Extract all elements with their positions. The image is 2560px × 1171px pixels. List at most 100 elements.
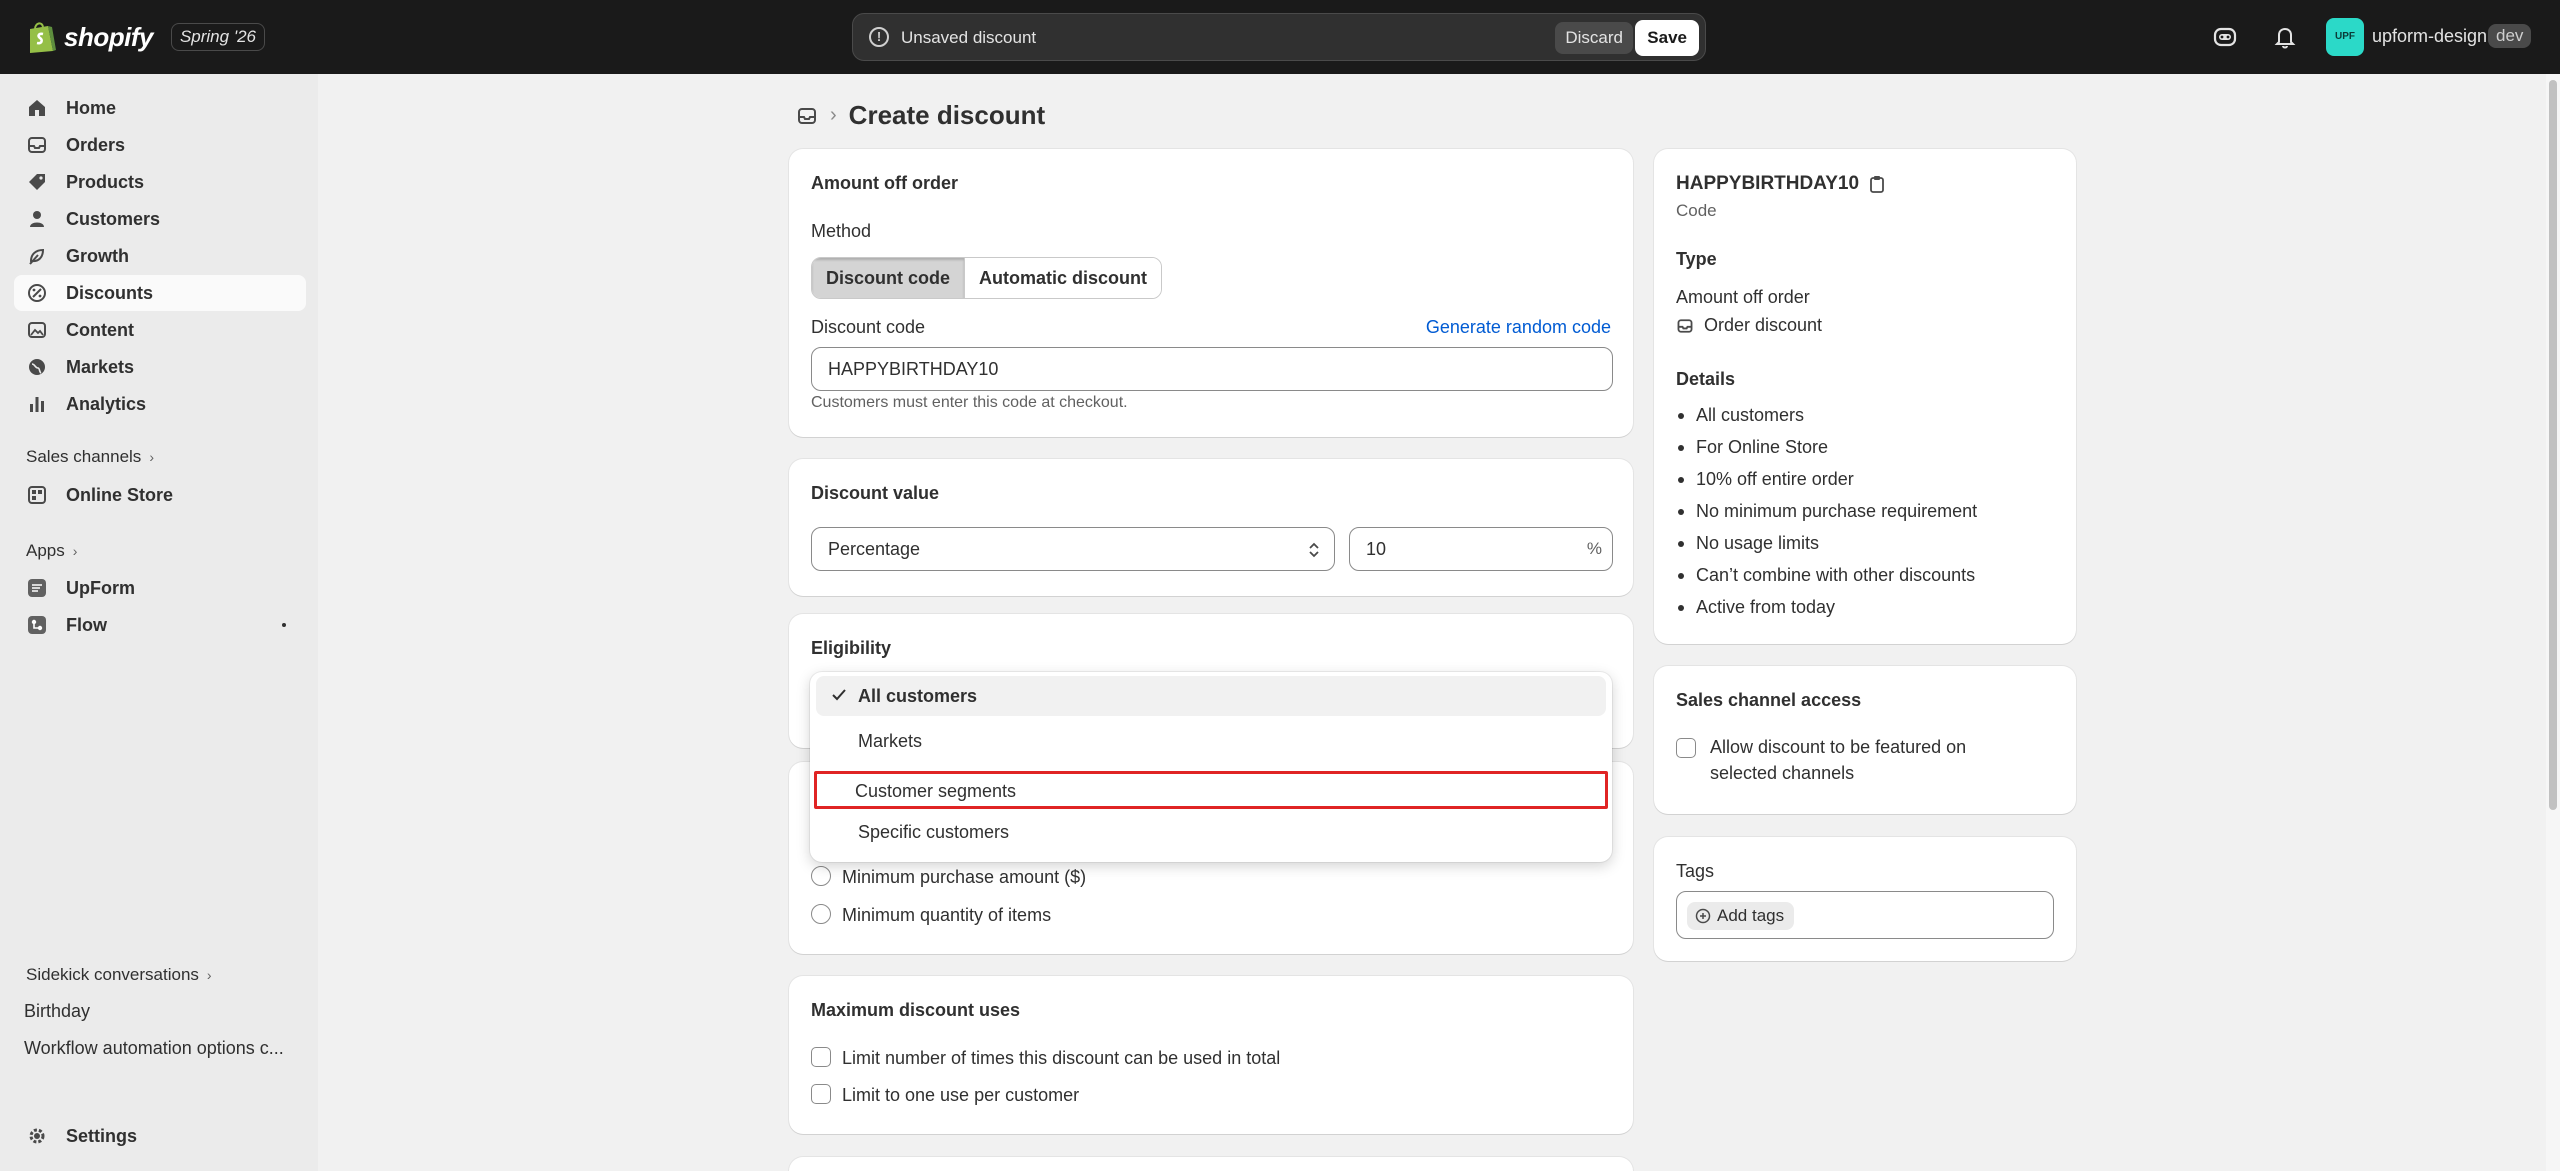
detail-item: All customers [1676, 399, 1977, 431]
tag-icon [29, 174, 45, 190]
save-button[interactable]: Save [1635, 20, 1699, 56]
automatic-discount-tab[interactable]: Automatic discount [964, 258, 1162, 298]
sidebar-item-online-store[interactable]: Online Store [14, 477, 306, 513]
discount-icon [28, 284, 46, 302]
plus-circle-icon [1695, 908, 1711, 924]
sidebar-item-label: Products [66, 171, 145, 192]
sidebar-item-orders[interactable]: Orders [14, 127, 306, 163]
min-purchase-label: Minimum purchase amount ($) [842, 867, 1087, 887]
sidebar-item-label: Content [66, 319, 134, 340]
edition-badge[interactable]: Spring '26 [170, 23, 265, 51]
chevron-right-icon: › [206, 967, 212, 983]
shopify-bag-icon [30, 22, 56, 53]
discount-amount-input[interactable]: 10 % [1349, 527, 1613, 571]
unsaved-message: Unsaved discount [901, 28, 1037, 47]
sales-channels-label: Sales channels [26, 447, 142, 466]
sales-channel-access-card: Sales channel access Allow discount to b… [1654, 666, 2076, 814]
sidebar: Home Orders Products Customers Growth Di… [0, 74, 318, 1171]
eligibility-option-markets[interactable]: Markets [816, 721, 1606, 761]
sidebar-item-customers[interactable]: Customers [14, 201, 306, 237]
summary-code: HAPPYBIRTHDAY10 [1676, 173, 1885, 195]
unsaved-changes-bar: ! Unsaved discount Discard Save [852, 13, 1706, 61]
detail-item: No minimum purchase requirement [1676, 495, 1977, 527]
detail-item: 10% off entire order [1676, 463, 1977, 495]
scrollbar-thumb[interactable] [2549, 80, 2557, 810]
inbox-icon [1677, 318, 1693, 333]
featured-channels-label-line2: selected channels [1710, 763, 1855, 783]
sidekick-icon[interactable] [2210, 22, 2240, 52]
alert-icon: ! [869, 27, 889, 47]
discount-code-help: Customers must enter this code at checko… [811, 394, 1128, 411]
copy-icon[interactable] [1869, 175, 1885, 193]
featured-channels-checkbox[interactable] [1676, 738, 1696, 758]
card-title: Eligibility [811, 638, 892, 658]
discount-code-label: Discount code [811, 317, 926, 337]
select-arrows-icon [1309, 542, 1319, 558]
page-title: Create discount [848, 100, 1046, 130]
tags-input[interactable]: Add tags [1676, 891, 2054, 939]
sidebar-item-home[interactable]: Home [14, 90, 306, 126]
eligibility-option-all-customers[interactable]: All customers [816, 676, 1606, 716]
discount-type-select[interactable]: Percentage [811, 527, 1335, 571]
breadcrumb: › Create discount [796, 100, 1045, 131]
unread-dot [282, 623, 286, 627]
eligibility-option-customer-segments[interactable]: Customer segments [814, 771, 1608, 809]
globe-icon [29, 359, 45, 375]
discount-code-input[interactable]: HAPPYBIRTHDAY10 [811, 347, 1613, 391]
min-quantity-radio[interactable] [811, 904, 831, 924]
card-title: Discount value [811, 483, 940, 503]
eligibility-option-specific-customers[interactable]: Specific customers [816, 812, 1606, 852]
store-name[interactable]: upform-design [2372, 26, 2487, 47]
sidebar-item-analytics[interactable]: Analytics [14, 386, 306, 422]
add-tags-button[interactable]: Add tags [1687, 902, 1795, 930]
sales-channels-header[interactable]: Sales channels › [26, 447, 154, 467]
conversation-item[interactable]: Workflow automation options c... [24, 1038, 284, 1059]
page-scrollbar[interactable] [2546, 74, 2560, 1171]
sidebar-item-settings[interactable]: Settings [14, 1118, 306, 1154]
detail-item: Can’t combine with other discounts [1676, 559, 1977, 591]
sidebar-item-markets[interactable]: Markets [14, 349, 306, 385]
sidebar-item-products[interactable]: Products [14, 164, 306, 200]
card-title: Amount off order [811, 173, 958, 193]
sidekick-conversations-header[interactable]: Sidekick conversations › [26, 965, 212, 985]
conversation-item[interactable]: Birthday [24, 1001, 90, 1022]
flow-app-icon [28, 616, 46, 634]
card-title: Maximum discount uses [811, 1000, 1021, 1020]
growth-icon [29, 248, 45, 265]
option-label: Specific customers [858, 822, 1010, 842]
top-bar: shopify Spring '26 ! Unsaved discount Di… [0, 0, 2560, 74]
type-detail: Order discount [1676, 315, 1822, 336]
bell-icon[interactable] [2270, 22, 2300, 52]
method-toggle: Discount code Automatic discount [811, 257, 1163, 299]
percent-suffix: % [1586, 539, 1602, 558]
sidebar-item-upform[interactable]: UpForm [14, 570, 306, 606]
discounts-breadcrumb-icon[interactable] [796, 105, 818, 127]
sidebar-item-label: Markets [66, 356, 135, 377]
min-purchase-radio[interactable] [811, 866, 831, 886]
discount-value-card: Discount value Percentage 10 % [789, 459, 1633, 596]
tags-label: Tags [1676, 861, 1715, 881]
limit-total-uses-checkbox[interactable] [811, 1047, 831, 1067]
sidebar-item-discounts[interactable]: Discounts [14, 275, 306, 311]
gear-icon [29, 1128, 45, 1144]
dev-badge: dev [2488, 24, 2532, 48]
apps-header[interactable]: Apps › [26, 541, 77, 561]
generate-random-code-link[interactable]: Generate random code [1426, 317, 1611, 338]
bar-chart-icon [30, 397, 44, 412]
detail-item: Active from today [1676, 591, 1977, 623]
option-label: Markets [858, 731, 923, 751]
sidebar-item-content[interactable]: Content [14, 312, 306, 348]
method-label: Method [811, 221, 872, 241]
sidebar-item-label: Home [66, 97, 117, 118]
type-value: Amount off order [1676, 287, 1810, 307]
sidebar-item-growth[interactable]: Growth [14, 238, 306, 274]
inbox-icon [28, 137, 46, 153]
sidebar-item-flow[interactable]: Flow [14, 607, 306, 643]
discount-code-tab[interactable]: Discount code [812, 258, 965, 298]
store-avatar[interactable]: UPF [2326, 18, 2364, 56]
sidebar-item-label: Orders [66, 134, 126, 155]
detail-item: No usage limits [1676, 527, 1977, 559]
shopify-logo[interactable]: shopify Spring '26 [26, 20, 265, 54]
discard-button[interactable]: Discard [1555, 22, 1633, 54]
limit-one-per-customer-checkbox[interactable] [811, 1084, 831, 1104]
